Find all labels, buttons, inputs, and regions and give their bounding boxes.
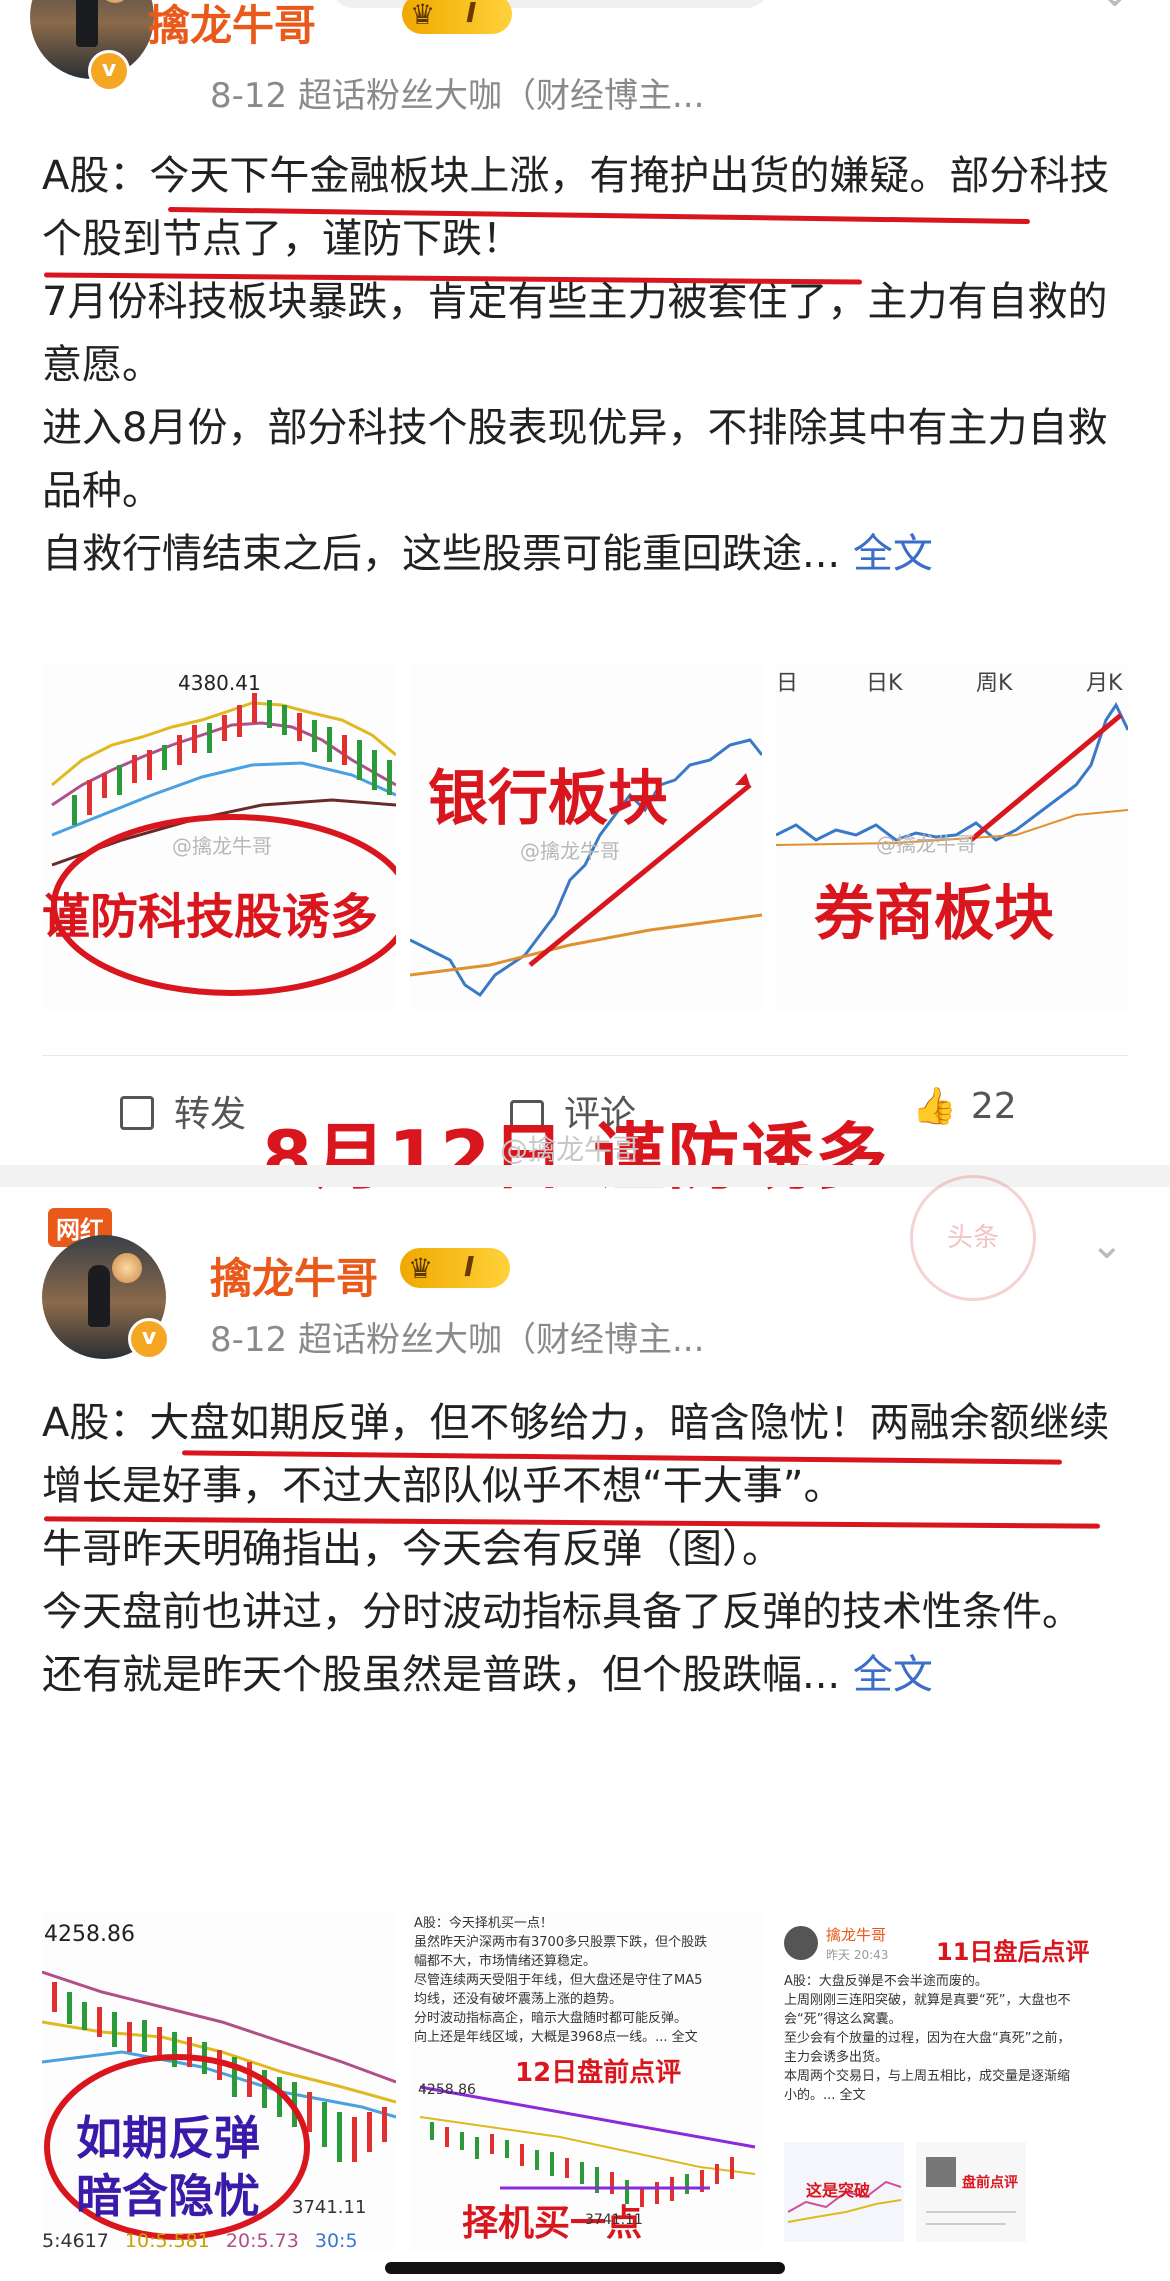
author-name[interactable]: 擒龙牛哥 (210, 1245, 378, 1306)
post-image-6[interactable]: 擒龙牛哥 昨天 20:43 11日盘后点评 A股：大盘反弹是不会半途而废的。 上… (776, 1912, 1128, 2252)
low-price-label: 3741.11 (292, 2197, 367, 2218)
expand-link[interactable]: 全文 (853, 1652, 933, 1698)
overlay-watermark: @擒龙牛哥 (500, 1133, 641, 1166)
crown-icon: ♛ (408, 1252, 434, 1285)
paragraph-truncated: 自救行情结束之后，这些股票可能重回跌途... (42, 531, 841, 577)
image-caption: 如期反弹 (76, 2111, 260, 2165)
verified-icon: v (88, 50, 130, 92)
paragraph: 7月份科技板块暴跌，肯定有些主力被套住了，主力有自救的意愿。 (42, 279, 1108, 388)
image-watermark: @擒龙牛哥 (876, 832, 976, 856)
level-badge: ♛ I (402, 0, 512, 34)
crown-icon: ♛ (410, 0, 436, 31)
expand-link[interactable]: 全文 (853, 531, 933, 577)
post-image-3[interactable]: 日 日K 周K 月K @擒龙牛哥 券商板块 (776, 665, 1128, 1010)
price-label: 4258.86 (418, 2082, 476, 2098)
chevron-down-icon[interactable]: ⌄ (1090, 1222, 1124, 1268)
price-label: 4380.41 (178, 671, 261, 695)
paragraph: 进入8月份，部分科技个股表现优异，不排除其中有主力自救品种。 (42, 405, 1108, 514)
home-indicator (385, 2262, 785, 2274)
ma-20: 20:5.73 (225, 2230, 299, 2252)
image-caption: 券商板块 (814, 879, 1054, 949)
share-icon (120, 1096, 154, 1130)
image-tag: 盘前点评 (962, 2175, 1018, 2191)
paragraph: 今天盘前也讲过，分时波动指标具备了反弹的技术性条件。 (42, 1589, 1082, 1635)
image-tag: 这是突破 (806, 2181, 871, 2200)
post-image-5[interactable]: A股：今天择机买一点！ 虽然昨天沪深两市有3700多只股票下跌，但个股跌 幅都不… (410, 1912, 762, 2252)
post-meta: 8-12 超话粉丝大咖（财经博主... (210, 76, 705, 116)
tab-daily-k[interactable]: 日K (866, 665, 902, 697)
like-button[interactable]: 👍 22 (912, 1085, 1017, 1127)
price-label: 4258.86 (44, 1922, 135, 1947)
paragraph-truncated: 还有就是昨天个股虽然是普跌，但个股跌幅... (42, 1652, 841, 1698)
image-caption: 暗含隐忧 (76, 2169, 260, 2223)
post-text: A股：大盘如期反弹，但不够给力，暗含隐忧！两融余额继续增长是好事，不过大部队似乎… (42, 1392, 1142, 1707)
post-image-2[interactable]: 银行板块 @擒龙牛哥 (410, 665, 762, 1010)
repost-button[interactable]: 转发 (120, 1085, 246, 1137)
ma-5: 5:4617 (42, 2230, 109, 2252)
ma-30: 30:5 (314, 2230, 358, 2252)
post-image-4[interactable]: 4258.86 如期反弹 暗含隐忧 3741.11 5:4617 10:5.58… (42, 1912, 396, 2252)
image-caption: 谨防科技股诱多 (42, 889, 379, 945)
search-bar-remnant (330, 0, 770, 8)
thumbs-up-icon: 👍 (912, 1086, 957, 1127)
verified-icon: v (128, 1318, 170, 1360)
ma-legend: 5:4617 10:5.581 20:5.73 30:5 (42, 2230, 358, 2252)
low-price-label: 3741.11 (585, 2212, 643, 2228)
image-watermark: @擒龙牛哥 (520, 839, 620, 863)
ma-10: 10:5.581 (124, 2230, 210, 2252)
tab-weekly-k[interactable]: 周K (976, 665, 1012, 697)
chevron-down-icon[interactable]: ⌄ (1098, 0, 1132, 16)
tab-day[interactable]: 日 (776, 665, 798, 697)
headline-stamp: 头条 (910, 1175, 1036, 1301)
image-caption: 银行板块 (428, 764, 668, 834)
post-meta: 8-12 超话粉丝大咖（财经博主... (210, 1320, 705, 1360)
image-watermark: @擒龙牛哥 (172, 834, 272, 858)
level-badge: ♛ I (400, 1248, 510, 1288)
tab-monthly-k[interactable]: 月K (1086, 665, 1122, 697)
action-divider (42, 1055, 1128, 1056)
author-name[interactable]: 擒龙牛哥 (148, 0, 316, 53)
post-image-1[interactable]: 4380.41 @擒龙牛哥 谨防科技股诱多 (42, 665, 396, 1010)
